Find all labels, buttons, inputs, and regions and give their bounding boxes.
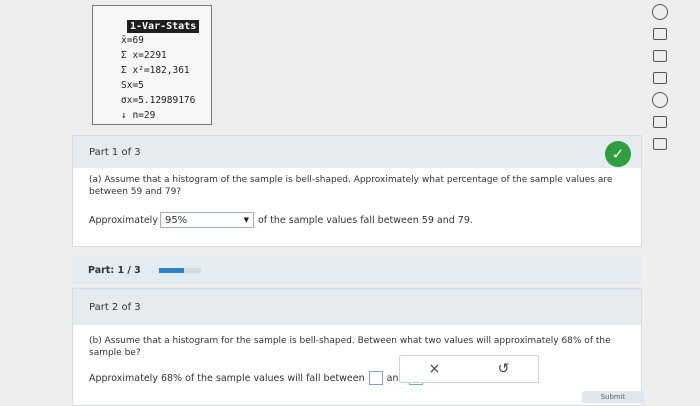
progress-label: Part: 1 / 3: [88, 264, 141, 276]
part-2-panel: Part 2 of 3 (b) Assume that a histogram …: [72, 288, 642, 406]
progress-row: Part: 1 / 3: [72, 256, 642, 284]
part-1-title: Part 1 of 3: [89, 146, 141, 158]
dropdown-value: 95%: [164, 214, 188, 226]
chevron-down-icon: ▼: [243, 216, 249, 224]
calc-line: Sx=5: [121, 80, 144, 91]
percentage-dropdown[interactable]: 95% ▼: [159, 212, 254, 228]
lower-value-input[interactable]: [368, 371, 383, 385]
calc-line: Σ x²=182,361: [121, 65, 190, 76]
part-1-panel: Part 1 of 3 ✓ (a) Assume that a histogra…: [72, 135, 642, 247]
part-2-answer-row: Approximately 68% of the sample values w…: [73, 371, 641, 385]
part-1-question: (a) Assume that a histogram of the sampl…: [89, 175, 613, 197]
calc-line: x̄=69: [121, 35, 144, 46]
print-icon[interactable]: [650, 90, 670, 110]
calc-title: 1-Var-Stats: [127, 20, 200, 33]
calc-line: ↓ n=29: [121, 110, 156, 121]
calc-line: Σ x=2291: [121, 50, 167, 61]
table-icon[interactable]: [650, 134, 670, 154]
clear-button[interactable]: ×: [429, 361, 441, 377]
answer-suffix: of the sample values fall between 59 and…: [257, 214, 473, 226]
part-1-answer-row: Approximately 95% ▼ of the sample values…: [73, 212, 641, 228]
submit-assignment-button[interactable]: Submit Assignment: [582, 391, 644, 403]
check-icon: ✓: [605, 141, 631, 167]
part-2-question: (b) Assume that a histogram for the samp…: [89, 336, 611, 358]
progress-bar: [158, 267, 201, 273]
chart-icon[interactable]: [650, 112, 670, 132]
progress-fill: [158, 267, 184, 273]
part-2-title: Part 2 of 3: [89, 301, 141, 313]
translate-icon[interactable]: [650, 68, 670, 88]
answer-tools: × ↺: [399, 355, 539, 383]
part-1-header: Part 1 of 3: [73, 136, 641, 168]
answer-prefix: Approximately: [89, 214, 158, 226]
undo-button[interactable]: ↺: [498, 361, 510, 377]
calculator-output: 1-Var-Stats x̄=69 Σ x=2291 Σ x²=182,361 …: [92, 5, 212, 125]
navigation-icon[interactable]: [650, 2, 670, 22]
part-2-header: Part 2 of 3: [73, 289, 641, 325]
calc-line: σx=5.12989176: [121, 95, 196, 106]
calculator-icon[interactable]: [650, 46, 670, 66]
right-toolbar: [648, 0, 672, 170]
textbook-icon[interactable]: [650, 24, 670, 44]
answer-prefix: Approximately 68% of the sample values w…: [89, 372, 365, 384]
